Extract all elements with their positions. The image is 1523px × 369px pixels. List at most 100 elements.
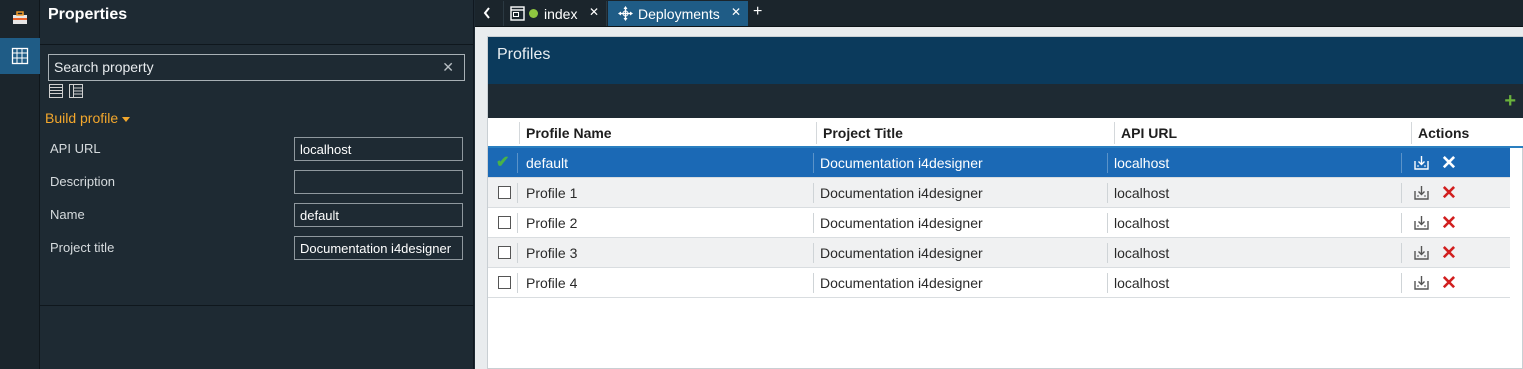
table-row[interactable]: Profile 1 Documentation i4designer local… (488, 178, 1510, 208)
add-profile-button[interactable]: + (1504, 91, 1516, 111)
row-checkbox[interactable] (498, 276, 511, 289)
delete-icon[interactable]: ✕ (1441, 242, 1457, 265)
delete-icon[interactable]: ✕ (1441, 272, 1457, 295)
property-label: Project title (50, 240, 115, 255)
cell-divider (813, 183, 814, 203)
column-divider (816, 122, 817, 144)
cell-divider (1401, 183, 1402, 203)
table-row[interactable]: Profile 3 Documentation i4designer local… (488, 238, 1510, 268)
page-icon (510, 6, 525, 21)
delete-icon[interactable]: ✕ (1441, 152, 1457, 175)
column-header-api-url[interactable]: API URL (1121, 125, 1177, 141)
checkmark-icon[interactable]: ✔ (496, 152, 509, 172)
cell-divider (517, 243, 518, 263)
list-view-icon[interactable] (49, 84, 63, 98)
cell-profile-name: Profile 3 (526, 245, 578, 261)
profiles-table: Profile Name Project Title API URL Actio… (488, 118, 1523, 298)
card-title: Profiles (497, 46, 551, 63)
cell-divider (1401, 153, 1402, 173)
property-label: Name (50, 207, 85, 222)
column-header-project-title[interactable]: Project Title (823, 125, 903, 141)
toolbox-icon (13, 11, 27, 24)
column-divider (519, 122, 520, 144)
clear-search-icon[interactable]: ✕ (442, 59, 454, 76)
card-toolbar: + (488, 84, 1523, 118)
cell-divider (813, 213, 814, 233)
export-icon[interactable] (1414, 275, 1429, 290)
cell-profile-name: Profile 1 (526, 185, 578, 201)
delete-icon[interactable]: ✕ (1441, 212, 1457, 235)
export-icon[interactable] (1414, 215, 1429, 230)
cell-project-title: Documentation i4designer (820, 185, 983, 201)
search-box: ✕ (48, 54, 465, 81)
cell-divider (1107, 213, 1108, 233)
detail-view-icon[interactable] (69, 84, 83, 98)
properties-button[interactable] (0, 38, 40, 74)
export-icon[interactable] (1414, 185, 1429, 200)
close-tab-icon[interactable]: ✕ (589, 5, 599, 19)
property-label: API URL (50, 141, 101, 156)
description-field[interactable] (294, 170, 463, 194)
cell-profile-name: default (526, 155, 569, 171)
table-row[interactable]: Profile 2 Documentation i4designer local… (488, 208, 1510, 238)
close-tab-icon[interactable]: ✕ (731, 5, 741, 19)
cell-divider (1401, 213, 1402, 233)
cell-divider (1401, 273, 1402, 293)
panel-title: Properties (48, 6, 128, 23)
cell-project-title: Documentation i4designer (820, 245, 983, 261)
cell-api-url: localhost (1114, 185, 1170, 201)
properties-panel: Properties ✕ Build profile (40, 0, 474, 369)
row-checkbox[interactable] (498, 216, 511, 229)
cell-divider (813, 153, 814, 173)
cell-divider (517, 213, 518, 233)
chevron-left-icon (483, 7, 490, 19)
cell-divider (1107, 273, 1108, 293)
row-checkbox[interactable] (498, 246, 511, 259)
property-row-api-url: API URL localhost (50, 137, 463, 163)
cell-divider (517, 183, 518, 203)
add-tab-button[interactable]: + (753, 3, 762, 21)
column-header-actions: Actions (1418, 125, 1470, 141)
icon-rail (0, 0, 40, 369)
cell-project-title: Documentation i4designer (820, 275, 983, 291)
tab-scroll-left-button[interactable] (477, 3, 497, 23)
name-field[interactable]: default (294, 203, 463, 227)
column-header-profile-name[interactable]: Profile Name (526, 125, 612, 141)
cell-project-title: Documentation i4designer (820, 155, 983, 171)
cell-divider (517, 273, 518, 293)
property-label: Description (50, 174, 116, 189)
cell-divider (1107, 153, 1108, 173)
cell-divider (813, 273, 814, 293)
property-row-project-title: Project title Documentation i4designer (50, 236, 463, 262)
build-profile-label: Build profile (45, 110, 119, 126)
card-header: Profiles (488, 37, 1523, 84)
status-dot (529, 9, 538, 18)
cell-divider (1401, 243, 1402, 263)
toolbox-button[interactable] (0, 0, 40, 36)
api-url-field[interactable]: localhost (294, 137, 463, 161)
build-profile-dropdown[interactable]: Build profile (45, 110, 131, 126)
cell-api-url: localhost (1114, 215, 1170, 231)
table-row[interactable]: Profile 4 Documentation i4designer local… (488, 268, 1510, 298)
cell-divider (1107, 183, 1108, 203)
property-row-name: Name default (50, 203, 463, 229)
cell-api-url: localhost (1114, 155, 1170, 171)
search-input[interactable] (54, 59, 424, 75)
cell-project-title: Documentation i4designer (820, 215, 983, 231)
cell-profile-name: Profile 2 (526, 215, 578, 231)
content-area: Profiles + Profile Name Project Title AP… (475, 27, 1523, 369)
table-row[interactable]: ✔ default Documentation i4designer local… (488, 148, 1510, 178)
cell-profile-name: Profile 4 (526, 275, 578, 291)
tab-label: index (544, 5, 578, 22)
cell-api-url: localhost (1114, 275, 1170, 291)
delete-icon[interactable]: ✕ (1441, 182, 1457, 205)
chevron-down-icon (122, 116, 131, 122)
export-icon[interactable] (1414, 155, 1429, 170)
row-checkbox[interactable] (498, 186, 511, 199)
app-root: Properties ✕ Build profile (0, 0, 1523, 369)
cell-divider (1107, 243, 1108, 263)
project-title-field[interactable]: Documentation i4designer (294, 236, 463, 260)
export-icon[interactable] (1414, 245, 1429, 260)
tab-deployments[interactable]: Deployments ✕ (608, 1, 748, 26)
tab-index[interactable]: index ✕ (503, 1, 607, 26)
